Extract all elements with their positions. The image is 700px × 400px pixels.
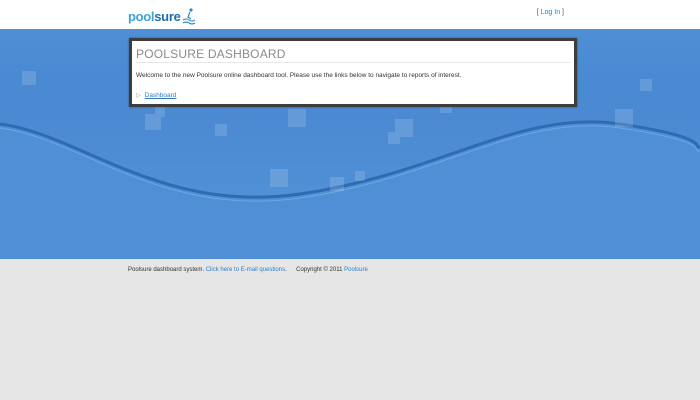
chevron-right-icon: ▷ bbox=[136, 93, 141, 99]
email-questions-link[interactable]: Click here to E-mail questions bbox=[206, 267, 285, 273]
dashboard-panel: POOLSURE DASHBOARD Welcome to the new Po… bbox=[129, 38, 577, 107]
top-header: poolsure [ Log In ] bbox=[0, 0, 700, 29]
copyright-text: Copyright © 2011 bbox=[296, 267, 343, 273]
dashboard-link[interactable]: Dashboard bbox=[145, 92, 177, 99]
footer-system-text: Poolsure dashboard system. bbox=[128, 267, 205, 273]
dashboard-link-item[interactable]: ▷ Dashboard bbox=[136, 92, 176, 99]
page-title: POOLSURE DASHBOARD bbox=[136, 47, 286, 61]
logo-text: poolsure bbox=[128, 9, 181, 24]
login-area: [ Log In ] bbox=[537, 9, 564, 16]
company-link[interactable]: Poolsure bbox=[344, 267, 368, 273]
title-divider bbox=[136, 62, 570, 63]
login-bracket-open: [ bbox=[536, 9, 539, 16]
login-bracket-close: ] bbox=[562, 9, 564, 16]
footer-period: . bbox=[285, 267, 287, 273]
login-link[interactable]: Log In bbox=[541, 9, 560, 16]
footer: Poolsure dashboard system. Click here to… bbox=[128, 267, 368, 273]
welcome-text: Welcome to the new Poolsure online dashb… bbox=[136, 72, 462, 79]
poolsure-logo[interactable]: poolsure bbox=[128, 5, 196, 25]
swimmer-logo-icon bbox=[182, 8, 195, 25]
